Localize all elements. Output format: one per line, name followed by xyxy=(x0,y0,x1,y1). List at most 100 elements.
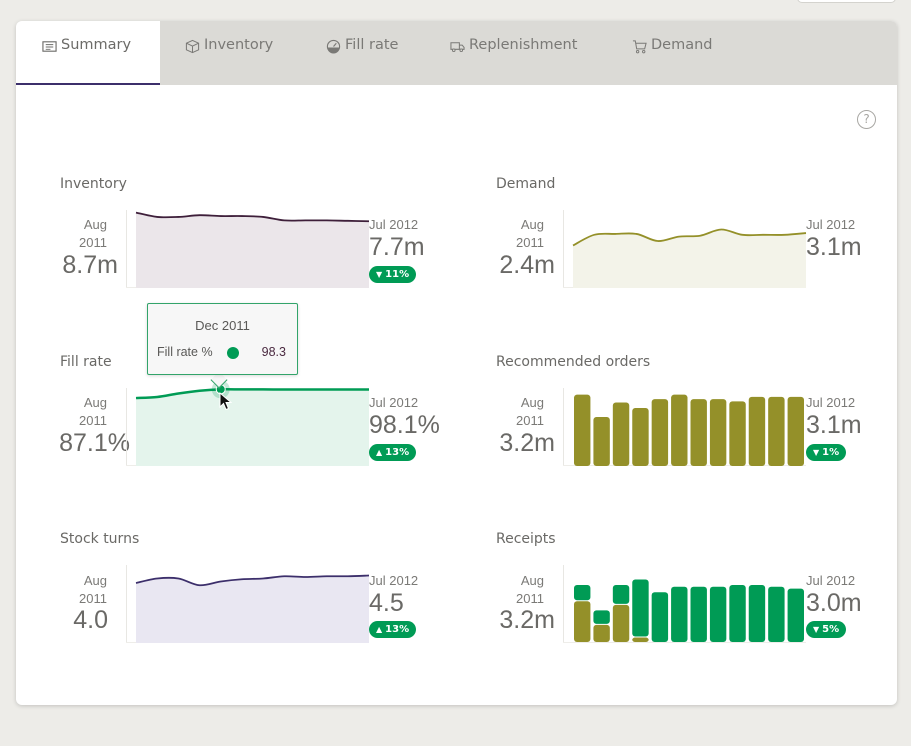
bar-outstanding[interactable] xyxy=(574,584,591,601)
stock-turns-start-date: Aug 2011 xyxy=(47,572,107,608)
bar-received[interactable] xyxy=(593,624,610,642)
receipts-title: Receipts xyxy=(496,531,556,547)
recommended-orders-barchart[interactable] xyxy=(563,388,806,466)
start-month: Aug xyxy=(83,573,107,588)
down-triangle-icon: ▼ xyxy=(376,270,383,279)
demand-end-value: 3.1m xyxy=(806,233,862,261)
bar-outstanding[interactable] xyxy=(671,586,688,642)
stock-turns-end-value: 4.5 xyxy=(369,589,404,617)
bar[interactable] xyxy=(612,402,630,466)
fill-rate-sparkline[interactable] xyxy=(126,380,369,466)
start-year: 2011 xyxy=(516,413,544,428)
tab-summary[interactable]: Summary xyxy=(16,21,160,85)
tooltip-series-label: Fill rate % xyxy=(157,345,213,359)
demand-title: Demand xyxy=(496,176,556,192)
area-fill xyxy=(136,212,369,288)
bar[interactable] xyxy=(593,416,610,466)
start-year: 2011 xyxy=(79,413,107,428)
stock-turns-change-badge: ▲ 13% xyxy=(369,621,417,638)
bar[interactable] xyxy=(768,396,785,466)
tab-label: Inventory xyxy=(204,37,274,53)
tab-demand[interactable]: Demand xyxy=(632,21,713,85)
demand-end-date: Jul 2012 xyxy=(806,217,856,232)
recommended-orders-start-date: Aug 2011 xyxy=(484,394,544,430)
fill-rate-start-value: 87.1% xyxy=(59,429,130,457)
fill-rate-end-value: 98.1% xyxy=(369,411,440,439)
tab-inventory[interactable]: Inventory xyxy=(185,21,273,85)
tab-label: Replenishment xyxy=(469,37,578,53)
tooltip-date: Dec 2011 xyxy=(195,318,250,333)
start-month: Aug xyxy=(520,217,544,232)
bar[interactable] xyxy=(632,408,649,466)
fill-rate-start-date: Aug 2011 xyxy=(47,394,107,430)
top-button[interactable] xyxy=(797,0,896,3)
bar-outstanding[interactable] xyxy=(651,592,669,642)
fill-rate-title: Fill rate xyxy=(60,354,112,370)
up-triangle-icon: ▲ xyxy=(376,448,383,457)
mouse-cursor-icon xyxy=(219,392,233,411)
inventory-sparkline[interactable] xyxy=(126,210,370,288)
bar[interactable] xyxy=(690,399,707,466)
bar-outstanding[interactable] xyxy=(729,584,746,642)
bar[interactable] xyxy=(671,394,688,466)
start-year: 2011 xyxy=(79,235,107,250)
recommended-orders-end-date: Jul 2012 xyxy=(806,395,856,410)
bar[interactable] xyxy=(748,396,766,466)
demand-start-date: Aug 2011 xyxy=(484,216,544,252)
bar-received[interactable] xyxy=(632,637,649,642)
bar-outstanding[interactable] xyxy=(612,584,630,604)
box-icon xyxy=(185,39,200,54)
bar[interactable] xyxy=(651,399,669,466)
truck-icon xyxy=(450,42,465,53)
bar-outstanding[interactable] xyxy=(690,586,707,642)
start-month: Aug xyxy=(520,395,544,410)
receipts-end-value: 3.0m xyxy=(806,589,862,617)
receipts-barchart[interactable] xyxy=(563,565,806,643)
cart-icon xyxy=(632,40,647,54)
inventory-change-badge: ▼ 11% xyxy=(369,266,417,283)
tab-bar: Summary Inventory Fill rate Replenishmen… xyxy=(16,21,897,85)
bar[interactable] xyxy=(574,394,591,466)
fill-rate-end-date: Jul 2012 xyxy=(369,395,419,410)
start-month: Aug xyxy=(520,573,544,588)
inventory-start-date: Aug 2011 xyxy=(47,216,107,252)
up-triangle-icon: ▲ xyxy=(376,625,383,634)
change-value: 1% xyxy=(822,447,840,458)
down-triangle-icon: ▼ xyxy=(813,625,820,634)
bar[interactable] xyxy=(729,401,746,466)
bar[interactable] xyxy=(709,399,727,466)
start-year: 2011 xyxy=(516,235,544,250)
tab-label: Summary xyxy=(61,37,132,53)
bar[interactable] xyxy=(787,396,804,466)
bar-outstanding[interactable] xyxy=(748,584,766,642)
stock-turns-start-value: 4.0 xyxy=(73,606,108,634)
down-triangle-icon: ▼ xyxy=(813,448,820,457)
bar-outstanding[interactable] xyxy=(787,588,804,642)
inventory-start-value: 8.7m xyxy=(62,251,118,279)
change-value: 11% xyxy=(385,269,410,280)
recommended-orders-title: Recommended orders xyxy=(496,354,651,370)
bar-outstanding[interactable] xyxy=(709,586,727,642)
stock-turns-sparkline[interactable] xyxy=(126,565,370,643)
change-value: 5% xyxy=(822,624,840,635)
change-value: 13% xyxy=(385,447,410,458)
tab-fill-rate[interactable]: Fill rate xyxy=(326,21,398,85)
bar-outstanding[interactable] xyxy=(768,586,785,642)
receipts-end-date: Jul 2012 xyxy=(806,573,856,588)
help-icon[interactable]: ? xyxy=(857,110,876,129)
receipts-start-value: 3.2m xyxy=(499,606,555,634)
demand-sparkline[interactable] xyxy=(563,210,807,288)
bar-outstanding[interactable] xyxy=(593,610,610,624)
bar-received[interactable] xyxy=(574,601,591,642)
tab-replenishment[interactable]: Replenishment xyxy=(450,21,577,85)
tab-label: Demand xyxy=(651,37,713,53)
tooltip-value: 98.3 xyxy=(261,345,286,359)
area-fill xyxy=(573,229,806,288)
demand-start-value: 2.4m xyxy=(499,251,555,279)
tooltip-series-marker xyxy=(227,347,239,359)
bar-outstanding[interactable] xyxy=(632,579,649,637)
area-fill xyxy=(136,575,369,643)
bar-received[interactable] xyxy=(612,604,630,642)
tab-label: Fill rate xyxy=(345,37,399,53)
chart-tooltip: Dec 2011 Fill rate % 98.3 xyxy=(147,303,298,375)
